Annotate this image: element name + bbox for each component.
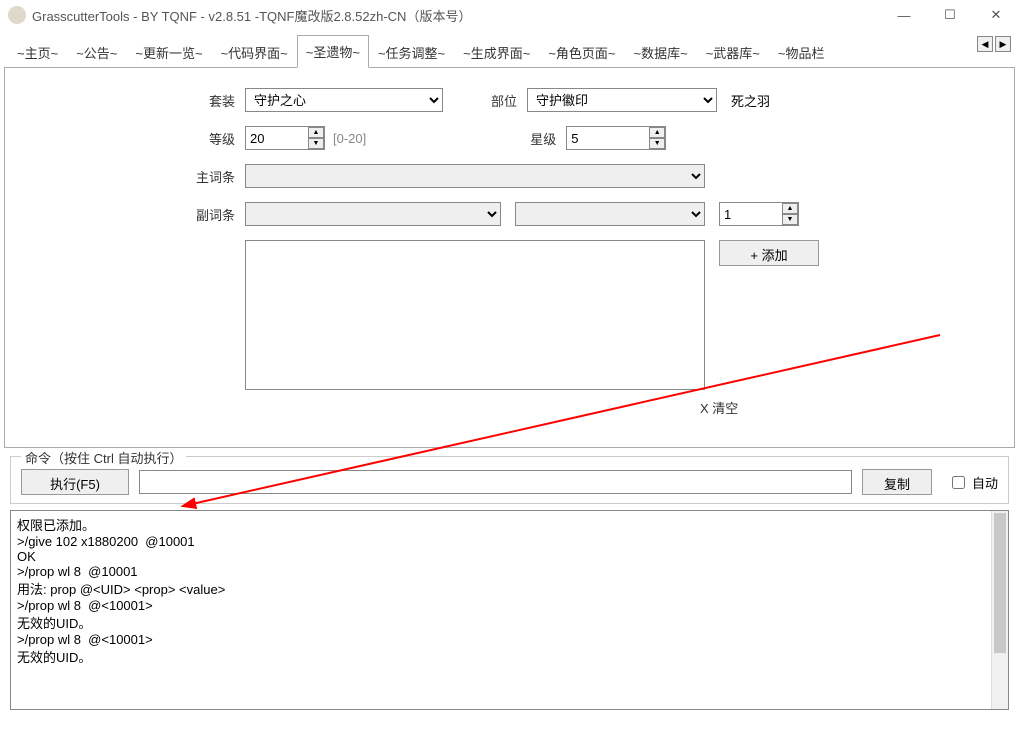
log-scroll-thumb[interactable] [994, 513, 1006, 653]
copy-button[interactable]: 复制 [862, 469, 932, 495]
star-label: 星级 [366, 129, 556, 148]
tab-0[interactable]: ~主页~ [8, 36, 67, 68]
maximize-button[interactable]: ☐ [927, 0, 973, 30]
substat-count-spinner[interactable]: ▲▼ [782, 203, 798, 225]
tab-6[interactable]: ~生成界面~ [454, 36, 539, 68]
auto-checkbox-label[interactable]: 自动 [948, 473, 998, 492]
tab-bar: ~主页~~公告~~更新一览~~代码界面~~圣遗物~~任务调整~~生成界面~~角色… [4, 34, 1015, 68]
artifact-panel: 套装 守护之心 部位 守护徽印 死之羽 等级 ▲▼ [0-20] 星级 [4, 68, 1015, 448]
mainstat-select[interactable] [245, 164, 705, 188]
add-button[interactable]: + 添加 [719, 240, 819, 266]
level-spinner[interactable]: ▲▼ [308, 127, 324, 149]
set-select[interactable]: 守护之心 [245, 88, 443, 112]
tab-1[interactable]: ~公告~ [67, 36, 126, 68]
level-label: 等级 [175, 129, 235, 148]
substat-label: 副词条 [175, 205, 235, 224]
log-scrollbar[interactable] [991, 511, 1008, 709]
app-icon [8, 6, 26, 24]
execute-button[interactable]: 执行(F5) [21, 469, 129, 495]
slot-label: 部位 [457, 91, 517, 110]
tab-scroll-left[interactable]: ◀ [977, 36, 993, 52]
tab-10[interactable]: ~物品栏 [769, 36, 834, 68]
command-input[interactable] [139, 470, 852, 494]
level-range-hint: [0-20] [333, 131, 366, 146]
log-output[interactable]: 权限已添加。 >/give 102 x1880200 @10001 OK >/p… [10, 510, 1009, 710]
log-text: 权限已添加。 >/give 102 x1880200 @10001 OK >/p… [17, 518, 225, 665]
auto-text: 自动 [972, 473, 998, 492]
tab-5[interactable]: ~任务调整~ [369, 36, 454, 68]
tab-2[interactable]: ~更新一览~ [126, 36, 211, 68]
slot-select[interactable]: 守护徽印 [527, 88, 717, 112]
auto-checkbox[interactable] [952, 476, 965, 489]
clear-label[interactable]: X 清空 [700, 398, 738, 417]
command-legend: 命令（按住 Ctrl 自动执行） [21, 448, 186, 467]
tab-scroll-right[interactable]: ▶ [995, 36, 1011, 52]
substat-list[interactable] [245, 240, 705, 390]
star-spinner[interactable]: ▲▼ [649, 127, 665, 149]
tab-4[interactable]: ~圣遗物~ [297, 35, 369, 68]
tab-9[interactable]: ~武器库~ [697, 36, 769, 68]
window-title: GrasscutterTools - BY TQNF - v2.8.51 -TQ… [32, 6, 471, 25]
minimize-button[interactable]: — [881, 0, 927, 30]
tab-8[interactable]: ~数据库~ [625, 36, 697, 68]
command-fieldset: 命令（按住 Ctrl 自动执行） 执行(F5) 复制 自动 [10, 456, 1009, 504]
tab-7[interactable]: ~角色页面~ [539, 36, 624, 68]
substat-aux-select[interactable] [515, 202, 705, 226]
close-button[interactable]: ✕ [973, 0, 1019, 30]
titlebar: GrasscutterTools - BY TQNF - v2.8.51 -TQ… [0, 0, 1019, 30]
mainstat-label: 主词条 [175, 167, 235, 186]
set-label: 套装 [175, 91, 235, 110]
piece-name-label: 死之羽 [731, 91, 770, 110]
tab-3[interactable]: ~代码界面~ [212, 36, 297, 68]
substat-select[interactable] [245, 202, 501, 226]
